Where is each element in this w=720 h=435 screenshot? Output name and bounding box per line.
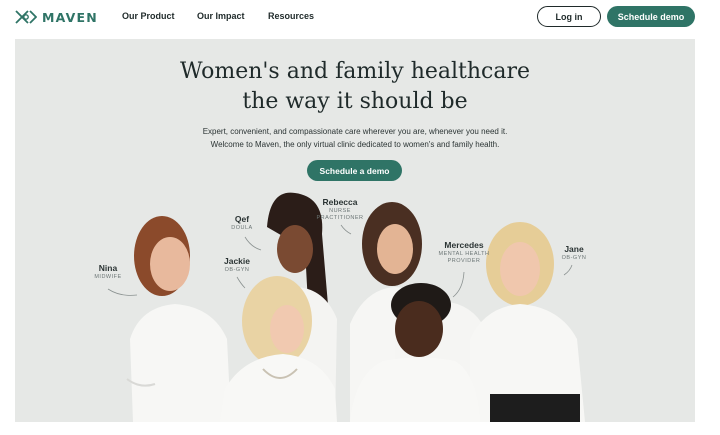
- subtext-line-2: Welcome to Maven, the only virtual clini…: [210, 140, 500, 149]
- maven-logo[interactable]: MAVEN: [15, 9, 98, 25]
- login-button[interactable]: Log in: [537, 6, 601, 27]
- maven-logo-icon: [15, 10, 37, 24]
- care-team-photo: [126, 192, 585, 422]
- hero-headline: Women's and family healthcare the way it…: [15, 57, 695, 117]
- top-nav: MAVEN Our Product Our Impact Resources L…: [0, 0, 720, 34]
- nav-link-our-product[interactable]: Our Product: [122, 11, 175, 21]
- label-jane: Jane OB-GYN: [561, 244, 587, 261]
- headline-line-1: Women's and family healthcare: [179, 59, 531, 84]
- label-qef: Qef DOULA: [231, 214, 253, 231]
- subtext-line-1: Expert, convenient, and compassionate ca…: [202, 127, 508, 136]
- schedule-demo-button[interactable]: Schedule demo: [607, 6, 695, 27]
- hero-schedule-demo-button[interactable]: Schedule a demo: [307, 160, 402, 181]
- label-rebecca: Rebecca NURSE PRACTITIONER: [316, 197, 364, 221]
- nav-link-our-impact[interactable]: Our Impact: [197, 11, 245, 21]
- nav-link-resources[interactable]: Resources: [268, 11, 314, 21]
- headline-line-2: the way it should be: [242, 89, 468, 114]
- hero-section: Women's and family healthcare the way it…: [15, 39, 695, 422]
- label-jackie: Jackie OB-GYN: [224, 256, 250, 273]
- label-nina: Nina MIDWIFE: [94, 263, 122, 280]
- hero-subtext: Expert, convenient, and compassionate ca…: [15, 125, 695, 151]
- label-mercedes: Mercedes MENTAL HEALTH PROVIDER: [438, 240, 490, 264]
- person-nina: [126, 216, 231, 422]
- logo-wordmark: MAVEN: [42, 9, 98, 25]
